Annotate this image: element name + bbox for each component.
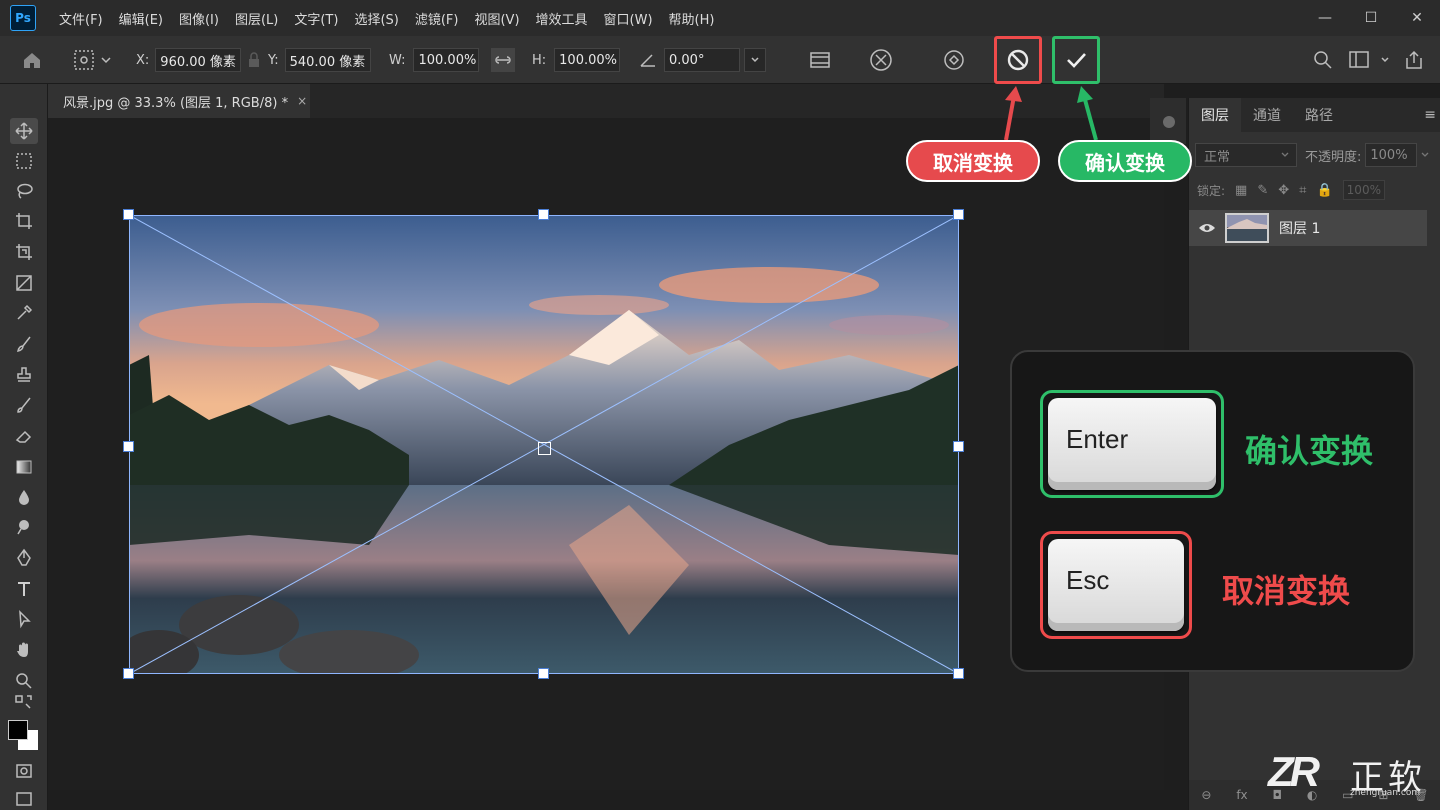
commit-callout: 确认变换 (1058, 140, 1192, 182)
enter-key: Enter (1048, 398, 1216, 490)
esc-caption: 取消变换 (1222, 572, 1351, 610)
shortcut-card: Enter 确认变换 Esc 取消变换 (1010, 350, 1415, 672)
watermark-logo: ZR (1268, 748, 1320, 795)
watermark-domain: zhengruan.com (1350, 788, 1421, 798)
esc-key: Esc (1048, 539, 1184, 631)
watermark: ZR 正软 zhengruan.com (1268, 748, 1440, 804)
cancel-callout: 取消变换 (906, 140, 1040, 182)
enter-caption: 确认变换 (1245, 432, 1374, 470)
